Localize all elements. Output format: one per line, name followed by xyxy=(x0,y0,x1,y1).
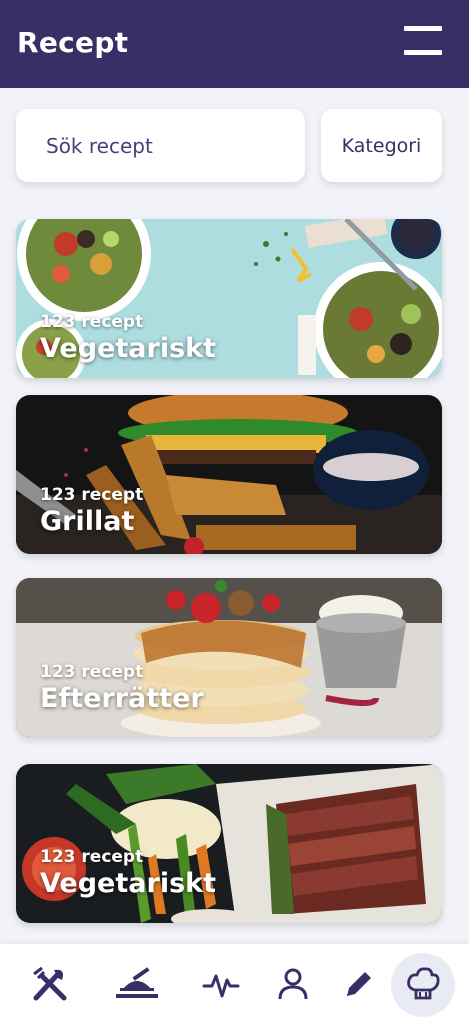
profile-icon xyxy=(278,968,308,1000)
category-card-grilled[interactable]: 123 recept Grillat xyxy=(16,395,442,554)
category-name: Vegetariskt xyxy=(40,868,217,899)
nav-activity[interactable] xyxy=(190,944,252,1024)
menu-icon-bar xyxy=(404,26,442,31)
pencil-icon xyxy=(347,972,371,996)
search-input[interactable] xyxy=(16,109,305,182)
nav-profile[interactable] xyxy=(262,944,324,1024)
category-name: Grillat xyxy=(40,506,135,537)
category-card-desserts[interactable]: 123 recept Efterrätter xyxy=(16,578,442,737)
nav-recipes[interactable] xyxy=(391,944,455,1024)
nav-utensils[interactable] xyxy=(19,944,81,1024)
category-name: Efterrätter xyxy=(40,683,204,714)
menu-icon-bar xyxy=(404,50,442,55)
category-card-vegetarian[interactable]: 123 recept Vegetariskt xyxy=(16,219,442,378)
nav-meal[interactable] xyxy=(106,944,168,1024)
category-button[interactable]: Kategori xyxy=(321,109,442,182)
card-image xyxy=(16,764,442,923)
nav-edit[interactable] xyxy=(328,944,390,1024)
meal-icon xyxy=(116,967,158,998)
utensils-icon xyxy=(33,966,67,1001)
recipe-count: 123 recept xyxy=(40,485,144,505)
recipe-count: 123 recept xyxy=(40,312,144,332)
recipe-count: 123 recept xyxy=(40,662,144,682)
app-header: Recept xyxy=(0,0,469,88)
page-title: Recept xyxy=(17,26,129,59)
category-card-vegetarian-2[interactable]: 123 recept Vegetariskt xyxy=(16,764,442,923)
bottom-navigation xyxy=(0,944,469,1024)
activity-icon xyxy=(202,974,240,998)
menu-button[interactable] xyxy=(404,26,442,58)
category-name: Vegetariskt xyxy=(40,333,217,364)
recipe-count: 123 recept xyxy=(40,847,144,867)
chef-hat-icon xyxy=(407,967,440,1000)
